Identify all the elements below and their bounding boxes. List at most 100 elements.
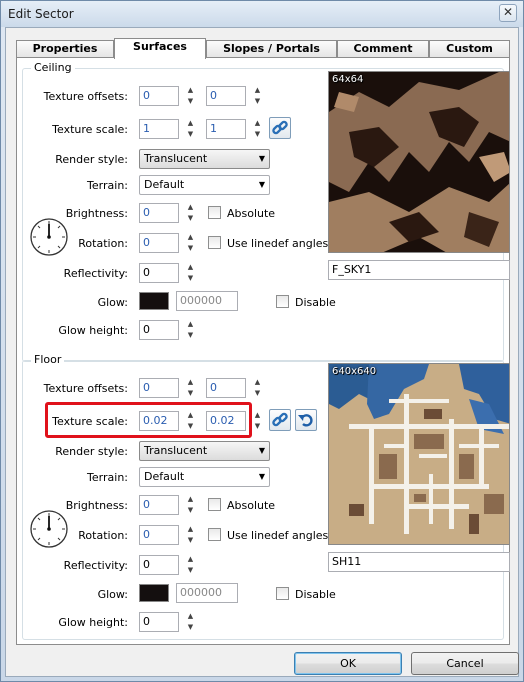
floor-reflectivity-input[interactable]: 0 [139,555,179,575]
floor-terrain-select[interactable]: Default ▼ [139,467,270,487]
floor-glow-height-input[interactable]: 0 [139,612,179,632]
spin-down-icon[interactable]: ▼ [183,273,198,284]
floor-scale-y-spinner[interactable]: ▲ ▼ [250,410,265,432]
floor-terrain-value: Default [144,470,185,483]
floor-glow-height-spinner[interactable]: ▲ ▼ [183,611,198,633]
spin-down-icon[interactable]: ▼ [183,388,198,399]
ceiling-texture-preview[interactable]: 64x64 [328,71,510,253]
spin-up-icon[interactable]: ▲ [183,494,198,505]
ceiling-texture-name-input[interactable]: F_SKY1 [328,260,510,280]
spin-up-icon[interactable]: ▲ [183,554,198,565]
ceiling-glow-disable-checkbox[interactable] [276,295,289,308]
spin-up-icon[interactable]: ▲ [183,524,198,535]
ceiling-rotation-input[interactable]: 0 [139,233,179,253]
ceiling-terrain-select[interactable]: Default ▼ [139,175,270,195]
ceiling-reflectivity-input[interactable]: 0 [139,263,179,283]
floor-offset-y-spinner[interactable]: ▲ ▼ [250,377,265,399]
spin-down-icon[interactable]: ▼ [250,129,265,140]
chevron-down-icon: ▼ [258,180,265,189]
ceiling-offset-y-input[interactable]: 0 [206,86,246,106]
spin-down-icon[interactable]: ▼ [183,129,198,140]
spin-down-icon[interactable]: ▼ [183,505,198,516]
spin-up-icon[interactable]: ▲ [183,202,198,213]
spin-down-icon[interactable]: ▼ [183,535,198,546]
cancel-button[interactable]: Cancel [411,652,519,675]
ceiling-brightness-spinner[interactable]: ▲ ▼ [183,202,198,224]
terrain-label: Terrain: [87,179,128,192]
ceiling-terrain-value: Default [144,178,185,191]
ceiling-absolute-checkbox[interactable] [208,206,221,219]
floor-texture-size: 640x640 [332,366,377,377]
floor-absolute-checkbox[interactable] [208,498,221,511]
tab-comment[interactable]: Comment [337,40,429,58]
ceiling-scale-x-spinner[interactable]: ▲ ▼ [183,118,198,140]
ceiling-glow-height-input[interactable]: 0 [139,320,179,340]
spin-down-icon[interactable]: ▼ [183,96,198,107]
spin-down-icon[interactable]: ▼ [183,565,198,576]
tab-custom[interactable]: Custom [429,40,510,58]
ceiling-rotation-spinner[interactable]: ▲ ▼ [183,232,198,254]
spin-up-icon[interactable]: ▲ [183,262,198,273]
spin-down-icon[interactable]: ▼ [250,96,265,107]
spin-down-icon[interactable]: ▼ [183,243,198,254]
floor-texture-preview[interactable]: 640x640 [328,363,510,545]
spin-down-icon[interactable]: ▼ [250,421,265,432]
floor-rotation-spinner[interactable]: ▲ ▼ [183,524,198,546]
floor-glow-disable-checkbox[interactable] [276,587,289,600]
ceiling-glow-height-spinner[interactable]: ▲ ▼ [183,319,198,341]
tab-properties[interactable]: Properties [16,40,114,58]
spin-up-icon[interactable]: ▲ [250,377,265,388]
glow-label: Glow: [97,588,128,601]
floor-render-style-value: Translucent [144,444,208,457]
spin-up-icon[interactable]: ▲ [183,611,198,622]
floor-glow-color-input[interactable]: 000000 [176,583,238,603]
spin-up-icon[interactable]: ▲ [250,118,265,129]
spin-down-icon[interactable]: ▼ [183,330,198,341]
ceiling-scale-y-spinner[interactable]: ▲ ▼ [250,118,265,140]
ok-button[interactable]: OK [294,652,402,675]
ceiling-texture-size: 64x64 [332,74,364,85]
ceiling-brightness-input[interactable]: 0 [139,203,179,223]
spin-up-icon[interactable]: ▲ [183,85,198,96]
floor-brightness-input[interactable]: 0 [139,495,179,515]
floor-texture-image [329,364,509,544]
terrain-label: Terrain: [87,471,128,484]
ceiling-offset-x-input[interactable]: 0 [139,86,179,106]
spin-down-icon[interactable]: ▼ [183,213,198,224]
floor-render-style-select[interactable]: Translucent ▼ [139,441,270,461]
floor-linedef-angles-checkbox[interactable] [208,528,221,541]
ceiling-glow-color-input[interactable]: 000000 [176,291,238,311]
spin-down-icon[interactable]: ▼ [250,388,265,399]
spin-down-icon[interactable]: ▼ [183,622,198,633]
ceiling-link-scale-button[interactable] [269,117,291,139]
ceiling-scale-y-input[interactable]: 1 [206,119,246,139]
floor-offset-y-input[interactable]: 0 [206,378,246,398]
title-bar: Edit Sector ✕ [1,1,523,27]
floor-link-scale-button[interactable] [269,409,291,431]
floor-glow-color-swatch[interactable] [139,584,169,602]
spin-up-icon[interactable]: ▲ [183,232,198,243]
spin-up-icon[interactable]: ▲ [183,377,198,388]
ceiling-reflectivity-spinner[interactable]: ▲ ▼ [183,262,198,284]
floor-reflectivity-spinner[interactable]: ▲ ▼ [183,554,198,576]
floor-rotation-input[interactable]: 0 [139,525,179,545]
ceiling-offset-y-spinner[interactable]: ▲ ▼ [250,85,265,107]
close-button[interactable]: ✕ [499,4,517,22]
floor-offset-x-spinner[interactable]: ▲ ▼ [183,377,198,399]
tab-slopes-portals[interactable]: Slopes / Portals [206,40,337,58]
floor-texture-name-input[interactable]: SH11 [328,552,510,572]
surfaces-panel: Ceiling Texture offsets: 0 ▲ ▼ 0 ▲ ▼ Textu… [16,57,510,645]
spin-up-icon[interactable]: ▲ [183,319,198,330]
ceiling-render-style-select[interactable]: Translucent ▼ [139,149,270,169]
spin-up-icon[interactable]: ▲ [250,410,265,421]
ceiling-offset-x-spinner[interactable]: ▲ ▼ [183,85,198,107]
spin-up-icon[interactable]: ▲ [183,118,198,129]
ceiling-linedef-angles-checkbox[interactable] [208,236,221,249]
ceiling-scale-x-input[interactable]: 1 [139,119,179,139]
floor-brightness-spinner[interactable]: ▲ ▼ [183,494,198,516]
tab-surfaces[interactable]: Surfaces [114,38,206,59]
floor-offset-x-input[interactable]: 0 [139,378,179,398]
ceiling-glow-color-swatch[interactable] [139,292,169,310]
spin-up-icon[interactable]: ▲ [250,85,265,96]
floor-reset-scale-button[interactable] [295,409,317,431]
